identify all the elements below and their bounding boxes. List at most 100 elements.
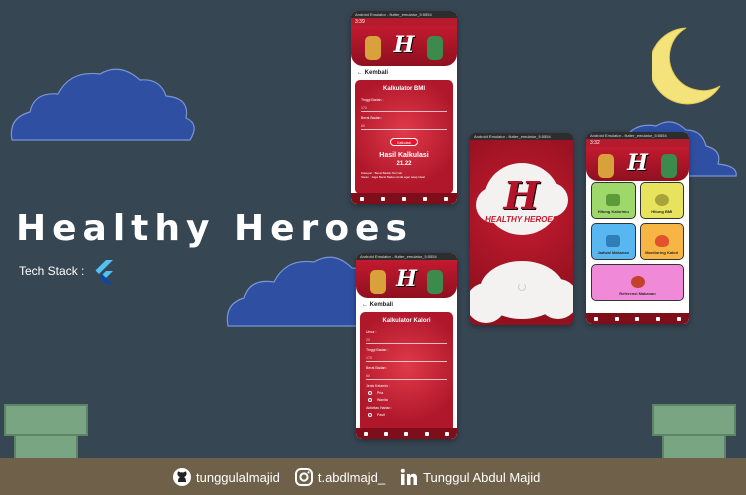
instagram-icon <box>294 468 313 486</box>
status-time: 3:39 <box>351 18 457 26</box>
nav-home-icon[interactable] <box>401 196 406 201</box>
menu-item-label: Monitoring Kalori <box>645 250 679 255</box>
menu-item-label: Hitung BMI <box>651 209 673 214</box>
menu-item-jadwal-makanan[interactable]: Jadwal Makanan <box>591 223 636 260</box>
nav-calendar-icon[interactable] <box>384 431 389 436</box>
nav-home-icon[interactable] <box>635 316 640 321</box>
flutter-icon <box>95 260 113 284</box>
loading-spinner <box>517 283 526 291</box>
menu-item-hitung-kalori[interactable]: Hitung Kalorimu <box>591 182 636 219</box>
linkedin-icon <box>400 468 418 485</box>
page-title: Healthy Heroes <box>16 208 413 249</box>
phone-bmi-screen: Android Emulator - flutter_emulator_5:55… <box>351 11 457 204</box>
height-input[interactable]: 170 <box>366 352 447 362</box>
nav-list-icon[interactable] <box>676 316 681 321</box>
menu-item-hitung-bmi[interactable]: Hitung BMI <box>639 182 684 219</box>
calorie-card: Kalkulator Kalori Umur : 20 Tinggi Badan… <box>360 312 453 432</box>
moon-icon <box>652 27 721 105</box>
nav-grid-icon[interactable] <box>364 431 369 436</box>
back-label: Kembali <box>369 302 394 308</box>
github-link[interactable]: tunggulalmajid <box>172 467 280 487</box>
social-links: tunggulalmajid t.abdlmajd_ Tunggul Abdul… <box>172 465 540 489</box>
hero-character-left <box>598 154 614 178</box>
hero-character-left <box>370 270 386 294</box>
back-button[interactable]: ← Kembali <box>356 298 457 312</box>
instagram-username: t.abdlmajd_ <box>317 469 386 485</box>
emulator-titlebar: Android Emulator - flutter_emulator_5:55… <box>586 132 689 139</box>
gender-option-label: Wanita <box>377 398 388 402</box>
emulator-titlebar: Android Emulator - flutter_emulator_5:55… <box>356 253 457 260</box>
pipe-right-top <box>652 404 736 436</box>
emulator-titlebar: Android Emulator - flutter_emulator_5:55… <box>351 11 457 18</box>
hero-header: H <box>351 26 457 66</box>
phone-splash-screen: Android Emulator - flutter_emulator_5:55… <box>470 133 573 325</box>
food-bowl-icon <box>630 276 645 288</box>
radio-circle-icon <box>368 398 372 402</box>
menu-item-label: Jadwal Makanan <box>597 250 630 255</box>
nav-chart-icon[interactable] <box>656 316 661 321</box>
weight-input[interactable]: 60 <box>361 120 447 130</box>
result-advice: Saran : Jaga Berat Badan Anda agar tetap… <box>361 175 425 179</box>
gender-option-female[interactable]: Wanita <box>368 398 447 402</box>
back-label: Kembali <box>364 70 389 76</box>
phone-menu-screen: Android Emulator - flutter_emulator_5:55… <box>586 132 689 324</box>
nav-list-icon[interactable] <box>444 431 449 436</box>
bmi-card-title: Kalkulator BMI <box>382 86 425 92</box>
emulator-titlebar: Android Emulator - flutter_emulator_5:55… <box>470 133 573 140</box>
github-icon <box>173 468 191 486</box>
gender-label: Jenis Kelamin : <box>366 384 390 388</box>
app-logo: H <box>627 150 648 176</box>
pipe-left-top <box>4 404 88 436</box>
gender-option-male[interactable]: Pria <box>368 391 447 395</box>
scale-icon <box>654 194 669 206</box>
back-arrow-icon: ← <box>357 70 365 76</box>
menu-item-label: Referensi Makanan <box>619 291 656 296</box>
nav-chart-icon[interactable] <box>423 196 428 201</box>
bottom-navbar <box>356 428 457 439</box>
hero-character-right <box>427 270 443 294</box>
nav-list-icon[interactable] <box>444 196 449 201</box>
nav-home-icon[interactable] <box>404 431 409 436</box>
back-arrow-icon: ← <box>362 302 370 308</box>
activity-option-label: Pasif <box>377 413 385 417</box>
nav-grid-icon[interactable] <box>359 196 364 201</box>
calorie-card-title: Kalkulator Kalori <box>382 318 431 324</box>
height-input[interactable]: 170 <box>361 102 447 112</box>
bmi-card: Kalkulator BMI Tinggi Badan : 170 Berat … <box>355 80 453 194</box>
result-value: 21.22 <box>396 161 412 167</box>
cloud-left <box>10 68 195 141</box>
app-logo: H <box>393 32 415 58</box>
result-title: Hasil Kalkulasi <box>379 152 429 159</box>
menu-item-referensi-makanan[interactable]: Referensi Makanan <box>591 264 684 301</box>
hero-character-left <box>365 36 381 60</box>
splash-cloud-bottom-right <box>538 279 573 319</box>
menu-item-monitoring-kalori[interactable]: Monitoring Kalori <box>639 223 684 260</box>
phone-calorie-screen: Android Emulator - flutter_emulator_5:55… <box>356 253 457 439</box>
bottom-navbar <box>586 313 689 324</box>
hero-header: H <box>586 147 689 181</box>
calculate-button[interactable]: Kalkulasi <box>390 138 418 146</box>
activity-label: Aktivitas Harian : <box>366 406 393 410</box>
back-button[interactable]: ← Kembali <box>351 66 457 80</box>
activity-option[interactable]: Pasif <box>368 413 447 417</box>
splash-cloud-bottom-left <box>470 283 506 323</box>
nav-calendar-icon[interactable] <box>380 196 385 201</box>
age-input[interactable]: 20 <box>366 334 447 344</box>
radio-circle-icon <box>368 413 372 417</box>
calculator-icon <box>606 194 621 206</box>
github-username: tunggulalmajid <box>196 469 280 485</box>
linkedin-link[interactable]: Tunggul Abdul Majid <box>399 467 540 487</box>
menu-item-label: Hitung Kalorimu <box>597 209 629 214</box>
linkedin-name: Tunggul Abdul Majid <box>423 469 541 485</box>
hero-character-right <box>427 36 443 60</box>
instagram-link[interactable]: t.abdlmajd_ <box>294 467 385 487</box>
weight-input[interactable]: 60 <box>366 370 447 380</box>
nav-calendar-icon[interactable] <box>614 316 619 321</box>
app-logo: H <box>396 266 417 292</box>
fire-icon <box>654 235 669 247</box>
nav-grid-icon[interactable] <box>594 316 599 321</box>
status-time: 3:32 <box>586 139 689 147</box>
nav-chart-icon[interactable] <box>424 431 429 436</box>
hero-header: H <box>356 260 457 298</box>
hero-character-right <box>661 154 677 178</box>
